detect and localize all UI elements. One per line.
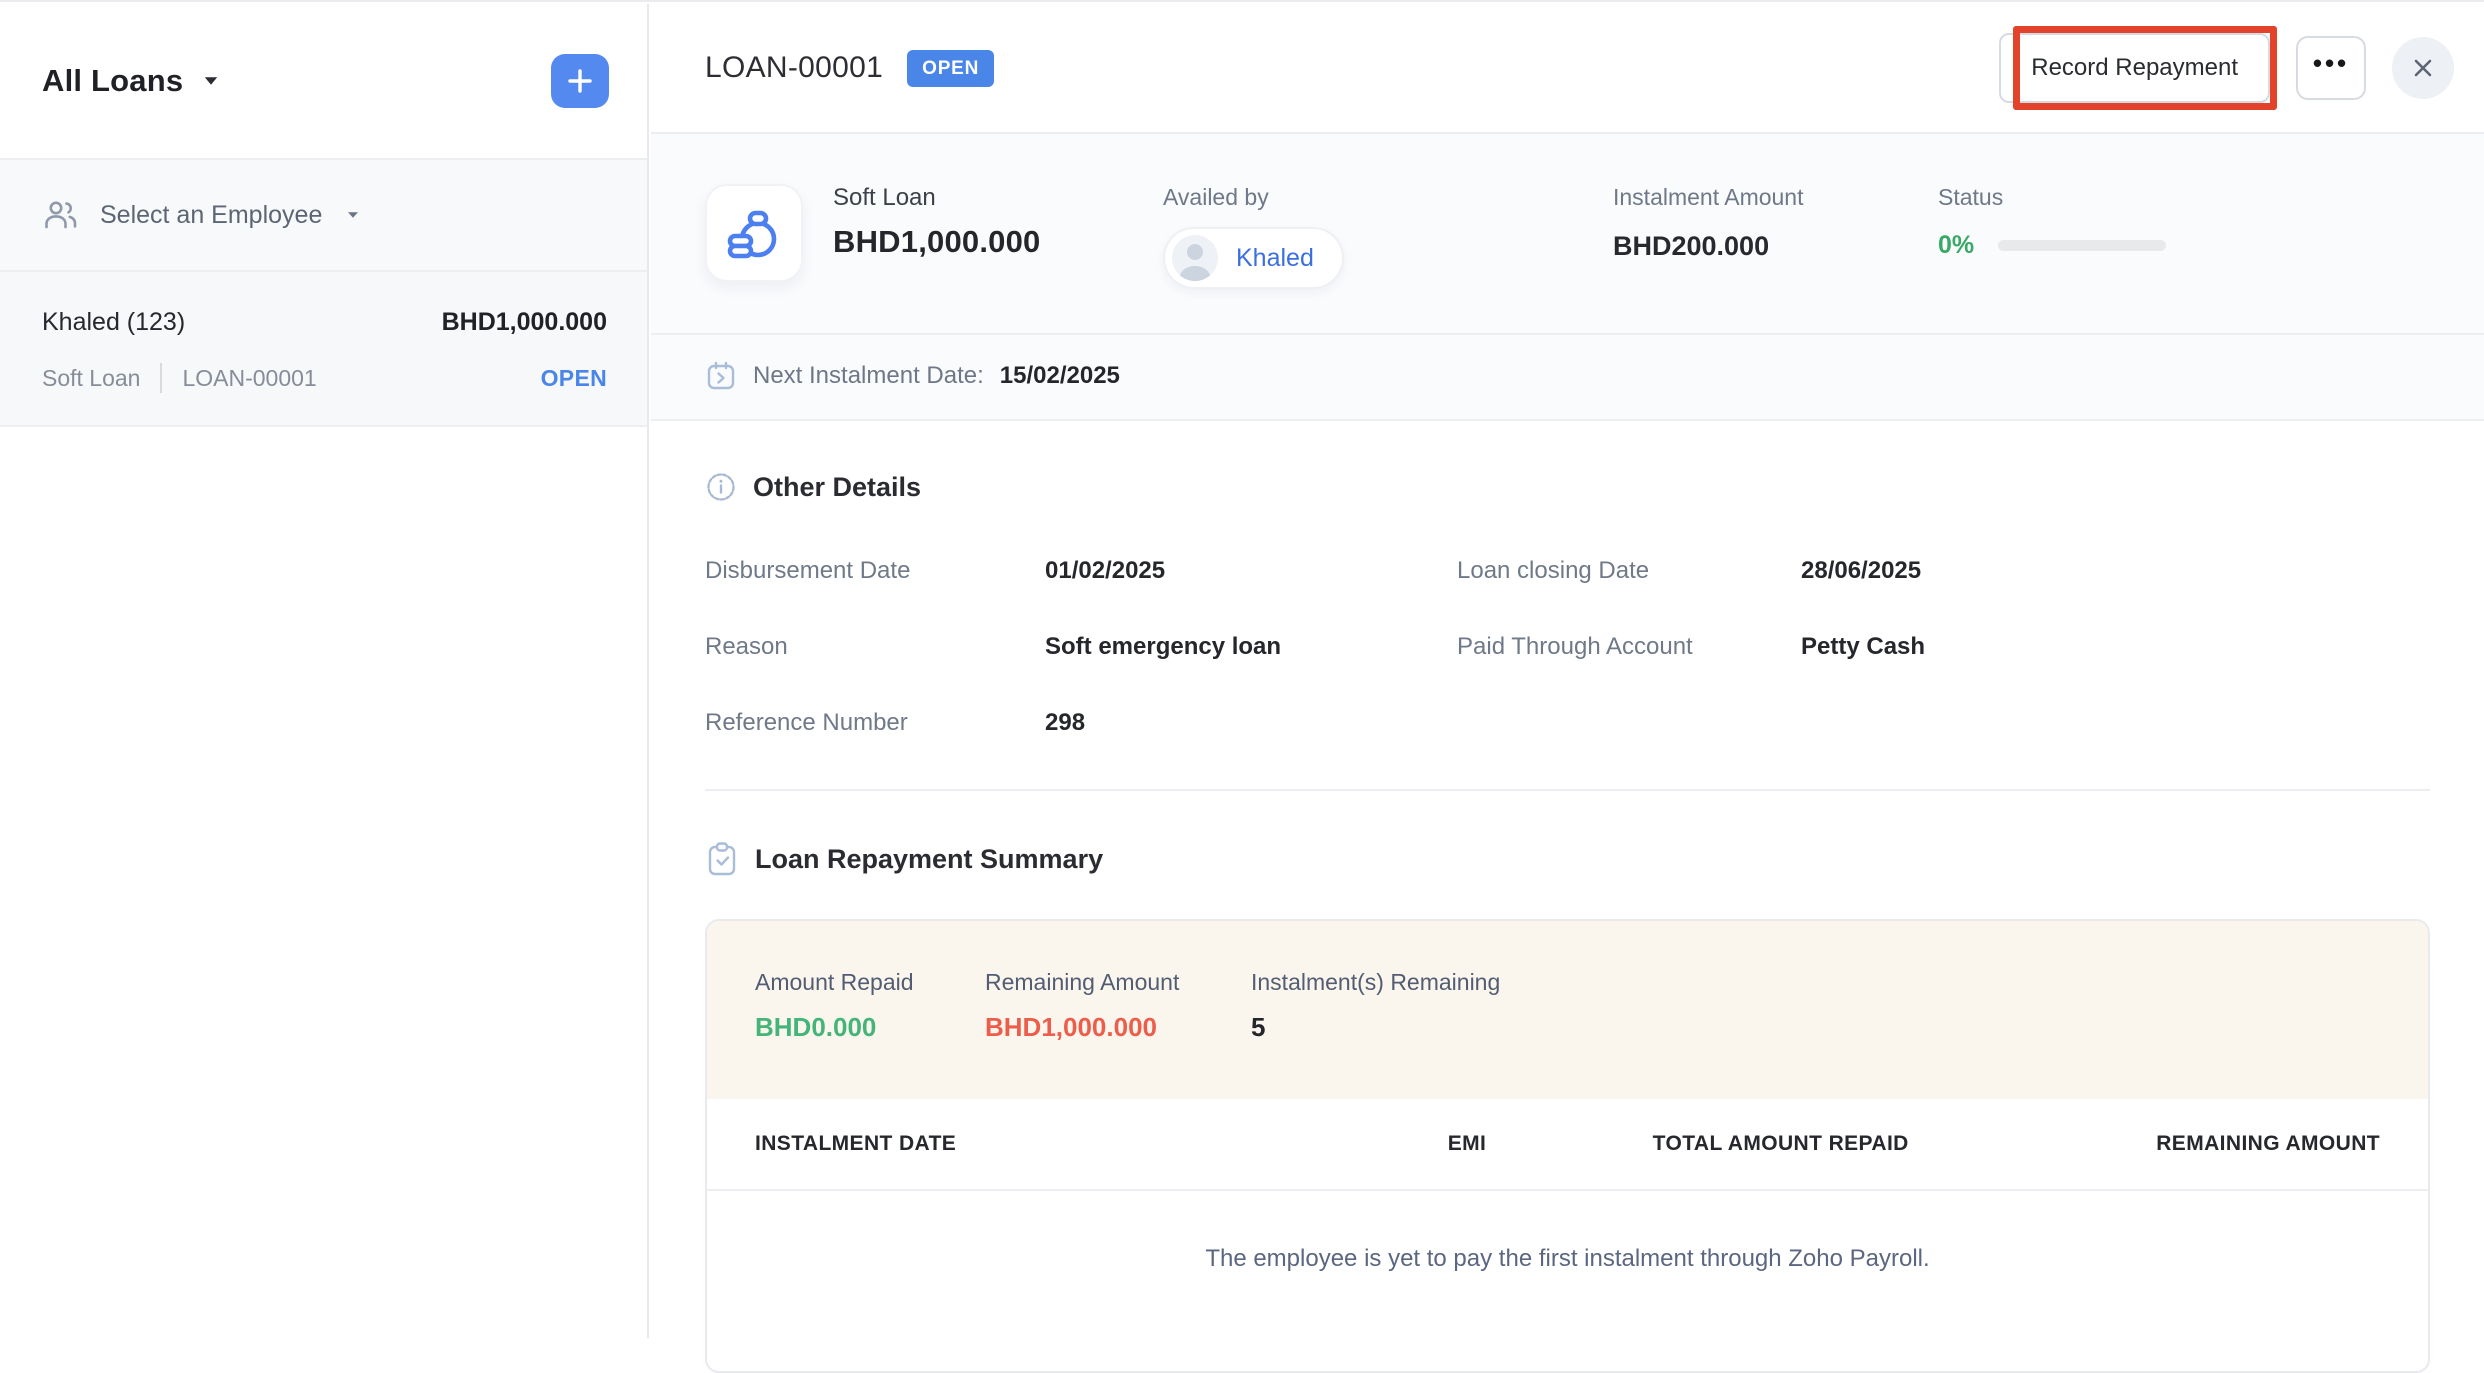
other-details-heading: Other Details xyxy=(705,471,2430,503)
next-instalment-row: Next Instalment Date: 15/02/2025 xyxy=(651,333,2484,419)
loan-item-amount: BHD1,000.000 xyxy=(442,308,607,337)
sidebar-title: All Loans xyxy=(42,63,183,99)
field-value: 298 xyxy=(1045,709,1457,737)
status-progress-bar xyxy=(1998,240,2166,251)
stat-value: 5 xyxy=(1251,1012,1500,1043)
empty-state-message: The employee is yet to pay the first ins… xyxy=(707,1191,2428,1371)
stat-instalments-remaining: Instalment(s) Remaining 5 xyxy=(1251,969,1500,1043)
stat-label: Amount Repaid xyxy=(755,969,985,996)
section-title: Loan Repayment Summary xyxy=(755,844,1103,875)
field-label: Paid Through Account xyxy=(1457,633,1801,661)
stat-remaining-amount: Remaining Amount BHD1,000.000 xyxy=(985,969,1251,1043)
loan-amount: BHD1,000.000 xyxy=(833,224,1163,260)
column-header: INSTALMENT DATE xyxy=(755,1132,1243,1156)
close-icon xyxy=(2409,54,2437,82)
field-label: Disbursement Date xyxy=(705,557,1045,585)
instalments-table-header: INSTALMENT DATE EMI TOTAL AMOUNT REPAID … xyxy=(707,1099,2428,1191)
more-options-button[interactable]: ••• xyxy=(2296,36,2366,100)
chevron-down-icon xyxy=(348,212,358,218)
add-loan-button[interactable] xyxy=(551,54,609,108)
field-label: Reference Number xyxy=(705,709,1045,737)
repayment-stats: Amount Repaid BHD0.000 Remaining Amount … xyxy=(707,921,2428,1099)
loan-item-number: LOAN-00001 xyxy=(182,365,316,392)
record-repayment-button[interactable]: Record Repayment xyxy=(1999,33,2270,103)
select-employee-dropdown[interactable]: Select an Employee xyxy=(0,160,647,272)
status-badge: OPEN xyxy=(907,50,994,87)
repayment-summary-heading: Loan Repayment Summary xyxy=(705,841,2430,877)
column-header: TOTAL AMOUNT REPAID xyxy=(1486,1132,1909,1156)
record-repayment-label: Record Repayment xyxy=(2031,54,2238,81)
other-details-grid: Disbursement Date 01/02/2025 Loan closin… xyxy=(705,557,2430,737)
divider xyxy=(160,363,162,393)
loan-item-employee: Khaled (123) xyxy=(42,308,185,337)
loans-sidebar: All Loans Select an Employee Khaled (123… xyxy=(0,4,649,1338)
repayment-summary-card: Amount Repaid BHD0.000 Remaining Amount … xyxy=(705,919,2430,1373)
stat-label: Instalment(s) Remaining xyxy=(1251,969,1500,996)
info-icon xyxy=(705,471,737,503)
instalment-amount: BHD200.000 xyxy=(1613,231,1938,262)
field-value: Soft emergency loan xyxy=(1045,633,1457,661)
sidebar-header: All Loans xyxy=(0,4,647,160)
chevron-down-icon xyxy=(205,77,217,84)
field-value: 28/06/2025 xyxy=(1801,557,2430,585)
loan-item-status: OPEN xyxy=(541,365,607,392)
stat-value: BHD1,000.000 xyxy=(985,1012,1251,1043)
column-header: EMI xyxy=(1243,1132,1487,1156)
loans-filter-dropdown[interactable]: All Loans xyxy=(42,63,221,99)
field-label: Reason xyxy=(705,633,1045,661)
plus-icon xyxy=(564,65,596,97)
section-divider xyxy=(705,789,2430,791)
detail-header: LOAN-00001 OPEN Record Repayment ••• xyxy=(651,4,2484,134)
employee-chip[interactable]: Khaled xyxy=(1163,227,1344,289)
instalment-amount-label: Instalment Amount xyxy=(1613,184,1938,211)
employee-name-link: Khaled xyxy=(1236,244,1314,273)
loan-item-type: Soft Loan xyxy=(42,365,140,392)
close-button[interactable] xyxy=(2392,37,2454,99)
calendar-next-icon xyxy=(705,360,737,392)
page-title: LOAN-00001 xyxy=(705,51,883,85)
select-employee-label: Select an Employee xyxy=(100,201,322,230)
stat-value: BHD0.000 xyxy=(755,1012,985,1043)
loan-detail-panel: LOAN-00001 OPEN Record Repayment ••• xyxy=(651,4,2484,1338)
next-instalment-label: Next Instalment Date: xyxy=(753,362,984,390)
next-instalment-date: 15/02/2025 xyxy=(1000,362,1120,390)
field-value: Petty Cash xyxy=(1801,633,2430,661)
progress-percent: 0% xyxy=(1938,231,1974,260)
status-label: Status xyxy=(1938,184,2444,211)
avatar xyxy=(1172,235,1218,281)
stat-amount-repaid: Amount Repaid BHD0.000 xyxy=(755,969,985,1043)
field-value: 01/02/2025 xyxy=(1045,557,1457,585)
clipboard-check-icon xyxy=(705,841,739,877)
ellipsis-icon: ••• xyxy=(2313,48,2349,79)
stat-label: Remaining Amount xyxy=(985,969,1251,996)
loan-list-item[interactable]: Khaled (123) BHD1,000.000 Soft Loan LOAN… xyxy=(0,272,647,427)
column-header: REMAINING AMOUNT xyxy=(1909,1132,2380,1156)
loan-summary-hero: Soft Loan BHD1,000.000 Availed by Khaled… xyxy=(651,134,2484,421)
section-title: Other Details xyxy=(753,472,921,503)
money-bag-icon xyxy=(725,204,783,262)
employees-icon xyxy=(42,198,78,232)
loan-type-icon-card xyxy=(705,184,803,282)
loan-type-label: Soft Loan xyxy=(833,184,1163,212)
availed-by-label: Availed by xyxy=(1163,184,1613,211)
field-label: Loan closing Date xyxy=(1457,557,1801,585)
